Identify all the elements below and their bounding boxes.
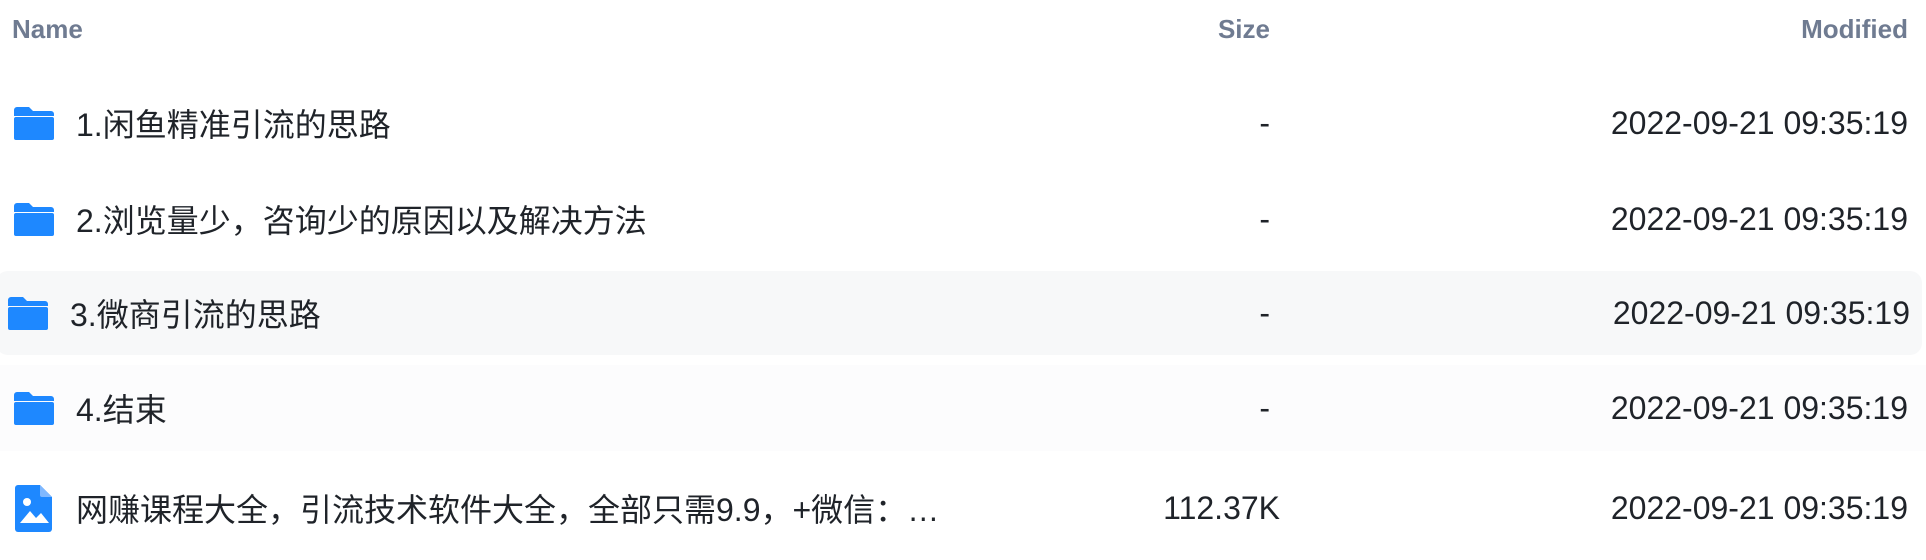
item-name[interactable]: 1.闲鱼精准引流的思路: [76, 100, 391, 146]
item-modified: 2022-09-21 09:35:19: [1610, 489, 1908, 526]
item-modified: 2022-09-21 09:35:19: [1610, 389, 1908, 426]
list-header: Name Size Modified: [0, 0, 1926, 58]
folder-icon: [12, 386, 56, 430]
folder-icon: [12, 101, 56, 145]
column-header-size[interactable]: Size: [1218, 14, 1270, 45]
image-file-icon: [12, 485, 56, 532]
item-modified: 2022-09-21 09:35:19: [1610, 104, 1908, 141]
folder-icon: [6, 291, 50, 335]
list-item[interactable]: 4.结束 - 2022-09-21 09:35:19: [0, 365, 1926, 451]
item-size: -: [1259, 389, 1270, 426]
item-modified: 2022-09-21 09:35:19: [1610, 200, 1908, 237]
folder-icon: [12, 197, 56, 241]
column-header-modified[interactable]: Modified: [1801, 14, 1908, 45]
item-name[interactable]: 2.浏览量少，咨询少的原因以及解决方法: [76, 196, 647, 242]
item-modified: 2022-09-21 09:35:19: [1612, 294, 1910, 331]
item-name[interactable]: 3.微商引流的思路: [70, 290, 321, 336]
list-item[interactable]: 网赚课程大全，引流技术软件大全，全部只需9.9，+微信：j… 112.37K 2…: [0, 460, 1926, 556]
item-size: 112.37K: [1163, 489, 1280, 526]
item-size: -: [1259, 104, 1270, 141]
list-item[interactable]: 3.微商引流的思路 - 2022-09-21 09:35:19: [0, 271, 1922, 355]
item-size: -: [1259, 294, 1270, 331]
item-name[interactable]: 网赚课程大全，引流技术软件大全，全部只需9.9，+微信：j…: [76, 485, 946, 531]
list-item[interactable]: 2.浏览量少，咨询少的原因以及解决方法 - 2022-09-21 09:35:1…: [0, 171, 1926, 267]
column-header-name[interactable]: Name: [12, 14, 83, 45]
item-size: -: [1259, 200, 1270, 237]
item-name[interactable]: 4.结束: [76, 385, 167, 431]
list-item[interactable]: 1.闲鱼精准引流的思路 - 2022-09-21 09:35:19: [0, 75, 1926, 171]
file-list: Name Size Modified 1.闲鱼精准引流的思路 - 2022-09…: [0, 0, 1926, 560]
